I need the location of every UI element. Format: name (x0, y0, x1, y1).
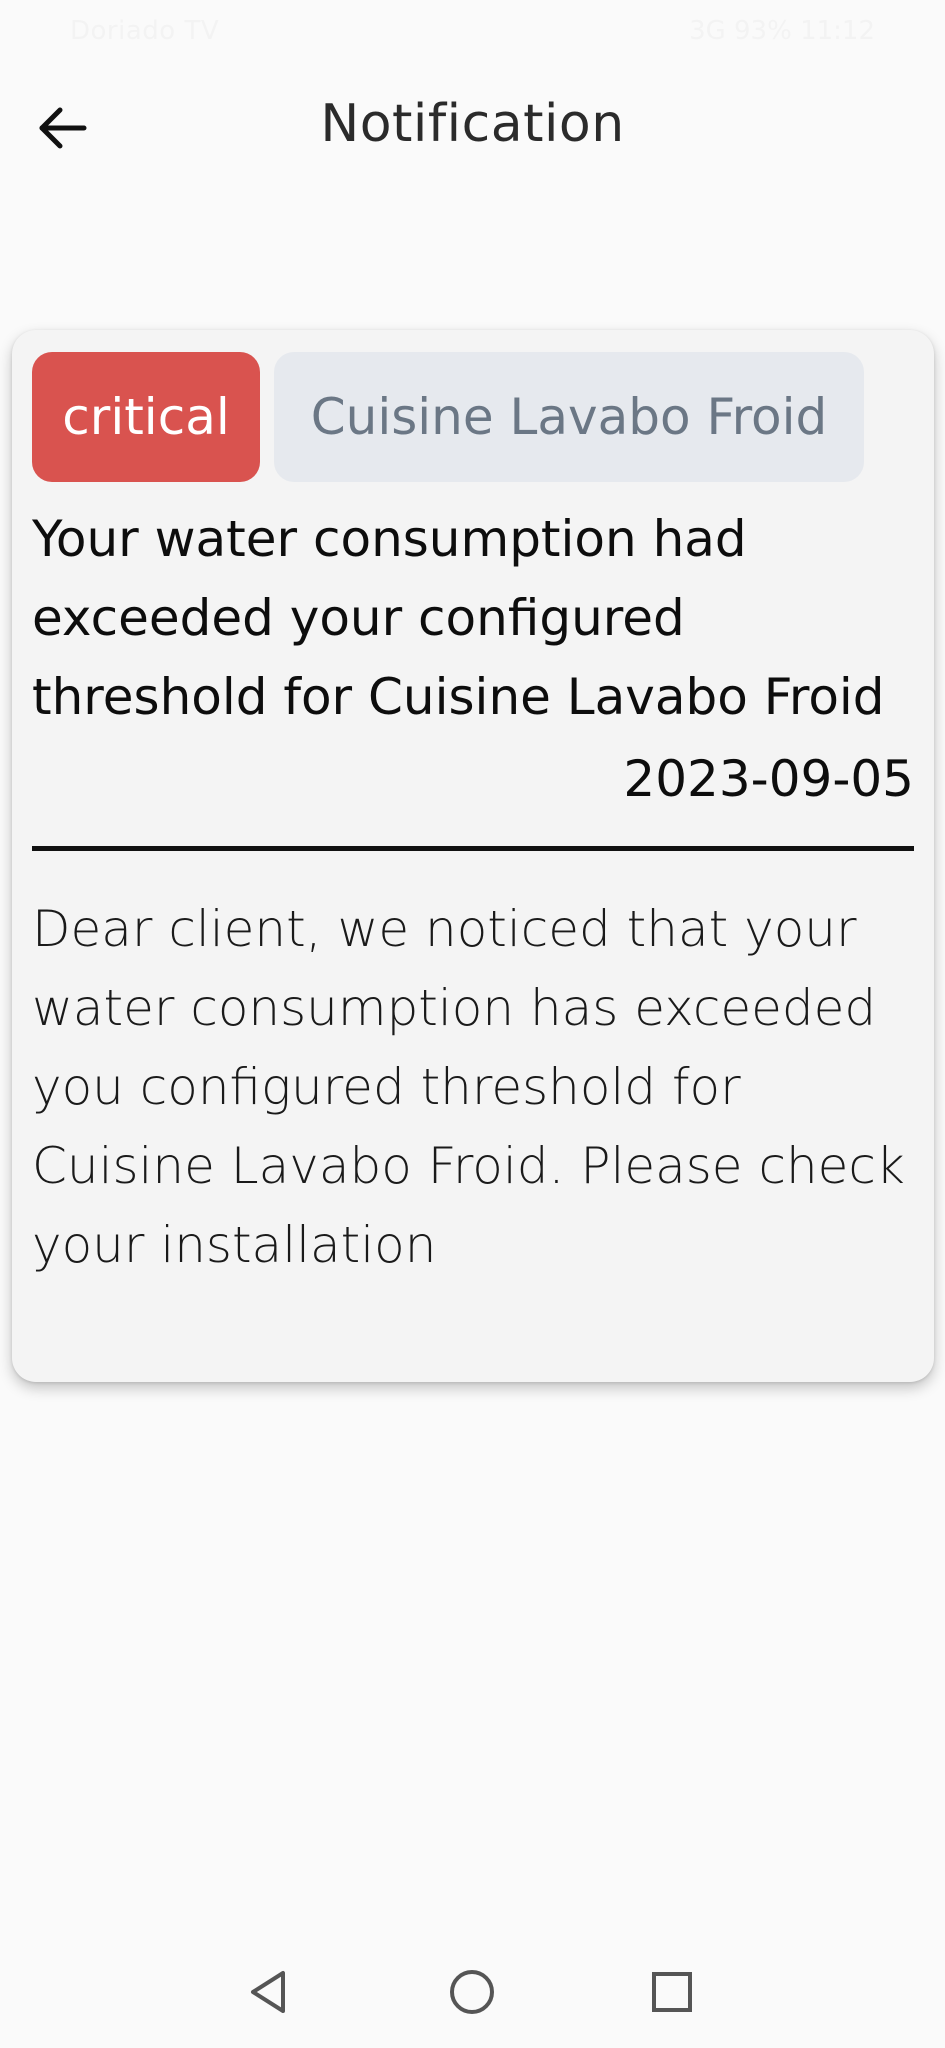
notification-title: Your water consumption had exceeded your… (32, 510, 885, 726)
location-badge: Cuisine Lavabo Froid (274, 352, 864, 482)
page-title: Notification (320, 94, 625, 154)
nav-back-button[interactable] (230, 1952, 310, 2032)
system-nav-bar (0, 1942, 945, 2048)
divider (32, 846, 914, 851)
notification-card: critical Cuisine Lavabo Froid Your water… (12, 330, 934, 1382)
status-bar: Doriado TV 3G 93% 11:12 (0, 0, 945, 62)
square-recents-icon (652, 1972, 692, 2012)
status-indicators: 3G 93% 11:12 (689, 16, 875, 46)
app-bar: Notification (0, 62, 945, 190)
notification-body: Dear client, we noticed that your water … (32, 900, 905, 1274)
nav-home-button[interactable] (432, 1952, 512, 2032)
severity-badge: critical (32, 352, 260, 482)
circle-home-icon (450, 1970, 494, 2014)
notification-tags: critical Cuisine Lavabo Froid (32, 352, 864, 482)
notification-date: 2023-09-05 (623, 750, 914, 808)
carrier-label: Doriado TV (70, 16, 220, 46)
nav-recents-button[interactable] (632, 1952, 712, 2032)
triangle-back-icon (251, 1971, 285, 2013)
